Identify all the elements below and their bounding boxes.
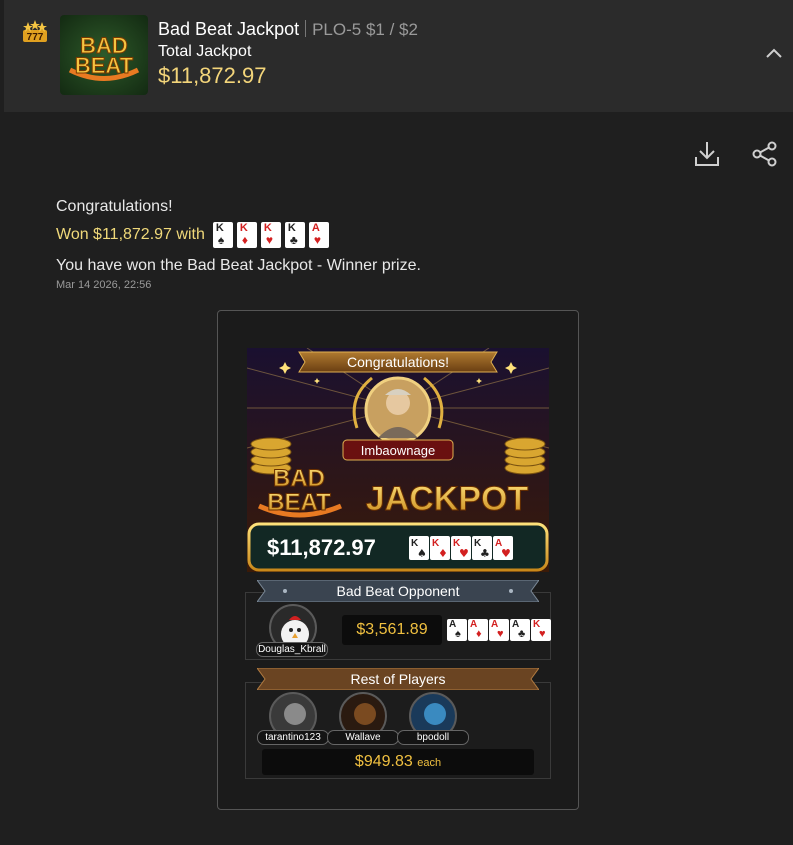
card-suit: ♥ — [459, 547, 469, 560]
card-suit: ♦ — [476, 628, 482, 640]
player-name-tag: Wallave — [327, 730, 399, 745]
banner-card: A♥ — [493, 536, 513, 560]
banner-card: K♦ — [430, 536, 450, 560]
card-suit: ♠ — [217, 233, 225, 247]
player-name-tag: tarantino123 — [257, 730, 329, 745]
card-suit: ♦ — [438, 547, 448, 560]
jackpot-header[interactable]: 777 BAD BEAT Bad Beat Jackpot PLO-5 $1 / … — [4, 0, 793, 112]
playing-card: A ♦ — [468, 619, 488, 641]
card-suit: ♠ — [417, 547, 427, 560]
winner-description: You have won the Bad Beat Jackpot - Winn… — [56, 257, 421, 274]
rest-section-title: Rest of Players — [350, 671, 446, 687]
svg-text:Imbaownage: Imbaownage — [361, 443, 435, 458]
won-text: Won $11,872.97 with — [56, 226, 205, 243]
svg-text:BEAT: BEAT — [75, 53, 134, 78]
playing-card: K ♣ — [284, 222, 305, 248]
rest-prize-bar: $949.83 each — [262, 749, 534, 775]
card-suit: ♥ — [313, 233, 321, 247]
opponent-section-title: Bad Beat Opponent — [336, 583, 460, 599]
jackpot-banner: Congratulations! Imbaownage BAD BEAT JAC… — [246, 347, 550, 572]
slot-777-icon: 777 — [23, 20, 47, 43]
card-suit: ♥ — [539, 628, 546, 640]
winning-hand: K ♠ K ♦ K ♥ K ♣ A ♥ — [209, 222, 329, 248]
rest-prize-amount: $949.83 — [354, 753, 413, 770]
playing-card: K ♦ — [236, 222, 257, 248]
congrats-text: Congratulations! — [56, 198, 173, 215]
playing-card: K ♠ — [212, 222, 233, 248]
card-suit: ♣ — [289, 233, 298, 247]
card-suit: ♥ — [501, 547, 511, 560]
stakes-label: PLO-5 $1 / $2 — [312, 20, 418, 39]
svg-text:JACKPOT: JACKPOT — [366, 480, 529, 518]
download-icon[interactable] — [694, 140, 720, 168]
title-divider — [305, 20, 307, 37]
svg-text:BAD: BAD — [273, 465, 325, 492]
share-icon[interactable] — [752, 141, 778, 167]
playing-card: K ♥ — [531, 619, 551, 641]
card-suit: ♣ — [480, 547, 490, 560]
total-jackpot-label: Total Jackpot — [158, 43, 252, 60]
playing-card: A ♣ — [510, 619, 530, 641]
playing-card: A ♠ — [447, 619, 467, 641]
banner-card: K♣ — [472, 536, 492, 560]
card-suit: ♥ — [265, 233, 273, 247]
player-name-tag: bpodoll — [397, 730, 469, 745]
svg-text:777: 777 — [27, 32, 44, 43]
opponent-name-tag: Douglas_Kbrall — [256, 642, 328, 657]
jackpot-title-row: Bad Beat Jackpot PLO-5 $1 / $2 — [158, 19, 418, 40]
svg-text:BEAT: BEAT — [267, 489, 331, 516]
message-timestamp: Mar 14 2026, 22:56 — [56, 279, 152, 291]
banner-card: K♠ — [409, 536, 429, 560]
card-suit: ♠ — [455, 628, 461, 640]
svg-text:Congratulations!: Congratulations! — [347, 354, 449, 370]
bad-beat-logo: BAD BEAT — [60, 15, 148, 95]
card-suit: ♥ — [497, 628, 504, 640]
opponent-prize: $3,561.89 — [342, 615, 442, 645]
jackpot-title: Bad Beat Jackpot — [158, 19, 300, 39]
chevron-up-icon[interactable] — [764, 45, 784, 61]
playing-card: A ♥ — [308, 222, 329, 248]
playing-card: A ♥ — [489, 619, 509, 641]
card-suit: ♦ — [241, 233, 248, 247]
card-suit: ♣ — [518, 628, 526, 640]
banner-card: K♥ — [451, 536, 471, 560]
rest-each-label: each — [417, 757, 442, 769]
total-jackpot-amount: $11,872.97 — [158, 63, 267, 88]
svg-text:$11,872.97: $11,872.97 — [267, 535, 376, 560]
won-line: Won $11,872.97 with K ♠ K ♦ K ♥ K ♣ A ♥ — [56, 222, 329, 248]
opponent-hand: A ♠ A ♦ A ♥ A ♣ K ♥ — [447, 619, 552, 641]
playing-card: K ♥ — [260, 222, 281, 248]
